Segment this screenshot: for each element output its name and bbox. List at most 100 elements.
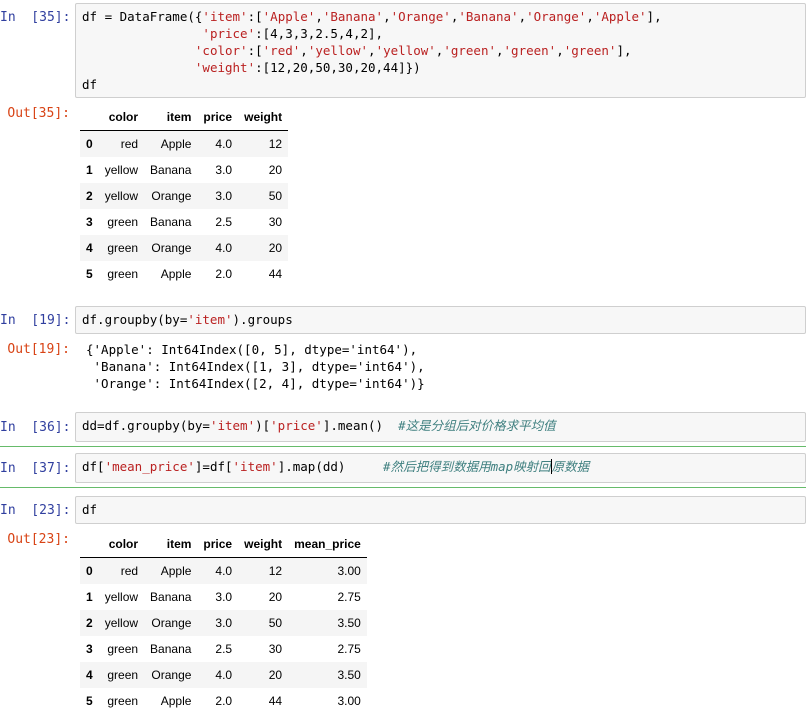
- row-index: 0: [86, 137, 93, 151]
- input-prompt: In [23]:: [0, 503, 71, 518]
- table-cell: 2.0: [215, 694, 233, 708]
- table-cell: green: [107, 668, 139, 682]
- code-string: 'Orange': [390, 9, 451, 24]
- code-token: :[4,3,3,2.5,4,2],: [255, 26, 384, 41]
- table-cell: Orange: [151, 616, 192, 630]
- table-cell: 50: [268, 616, 283, 630]
- table-row: 5 green Apple 2.0 44: [80, 261, 288, 287]
- table-cell: 2.75: [337, 590, 361, 604]
- row-index: 2: [86, 189, 93, 203]
- table-cell: Apple: [160, 267, 192, 281]
- table-cell: 30: [268, 642, 283, 656]
- code-token: :[12,20,50,30,20,44]}): [255, 60, 421, 75]
- table-cell: Apple: [160, 564, 192, 578]
- code-string: 'item': [187, 312, 233, 327]
- table-row: 4 green Orange 4.0 20: [80, 235, 289, 261]
- table-row: 3 green Banana 2.5 30 2.75: [80, 636, 367, 662]
- table-cell: red: [120, 564, 139, 578]
- table-row: 1 yellow Banana 3.0 20 2.75: [80, 584, 367, 610]
- table-cell: 3.00: [337, 564, 361, 578]
- code-token: :[: [247, 9, 263, 24]
- table-cell: 12: [268, 137, 283, 151]
- code-string: 'weight': [194, 60, 256, 75]
- code-input[interactable]: df: [75, 496, 806, 524]
- table-cell: 4.0: [215, 241, 233, 255]
- code-text: df.groupby(by='item').groups: [82, 311, 799, 328]
- row-index: 5: [86, 267, 93, 281]
- table-cell: Orange: [151, 189, 192, 203]
- code-token: ],: [616, 43, 632, 58]
- table-cell: green: [107, 642, 139, 656]
- table-row: 2 yellow Orange 3.0 50: [80, 183, 289, 209]
- table-cell: 3.0: [215, 189, 233, 203]
- code-text: df = DataFrame({'item':['Apple','Banana'…: [82, 8, 799, 93]
- table-cell: 3.0: [215, 616, 233, 630]
- code-comment: #这是分组后对价格求平均值: [398, 418, 556, 433]
- code-token: ,: [518, 9, 527, 24]
- code-string: 'item': [209, 418, 256, 433]
- table-cell: green: [107, 267, 139, 281]
- table-cell: 20: [268, 163, 283, 177]
- code-string: 'item': [202, 9, 248, 24]
- code-token: df = DataFrame({: [82, 9, 203, 24]
- code-input[interactable]: df['mean_price']=df['item'].map(dd) #然后把…: [75, 453, 806, 483]
- code-token: ,: [556, 43, 564, 58]
- table-cell: 20: [268, 668, 283, 682]
- row-index: 3: [86, 642, 93, 656]
- table-cell: Orange: [151, 241, 192, 255]
- table-cell: Apple: [160, 694, 192, 708]
- code-comment: 原数据: [550, 459, 590, 474]
- table-cell: 3.00: [337, 694, 361, 708]
- code-string: 'green': [563, 43, 617, 58]
- output-prompt: Out[19]:: [7, 342, 70, 357]
- table-cell: 2.75: [337, 642, 361, 656]
- table-cell: 12: [268, 564, 283, 578]
- code-token: df.groupby(by=: [82, 312, 188, 327]
- table-row: 1 yellow Banana 3.0 20: [80, 157, 288, 183]
- row-index: 4: [86, 668, 93, 682]
- column-header: item: [144, 531, 198, 558]
- code-token: ,: [496, 43, 504, 58]
- table-cell: Banana: [150, 642, 192, 656]
- table-cell: 4.0: [215, 668, 233, 682]
- code-string: 'Banana': [322, 9, 384, 24]
- input-prompt: In [19]:: [0, 313, 71, 328]
- table-cell: 3.50: [337, 616, 361, 630]
- column-header: weight: [238, 104, 289, 131]
- code-text: dd=df.groupby(by='item')['price'].mean()…: [82, 417, 799, 434]
- column-header: price: [197, 531, 239, 558]
- table-cell: red: [120, 137, 139, 151]
- code-input[interactable]: df = DataFrame({'item':['Apple','Banana'…: [75, 3, 806, 98]
- index-header: [80, 531, 99, 558]
- code-string: 'Banana': [458, 9, 519, 24]
- table-cell: yellow: [104, 189, 139, 203]
- column-header: weight: [238, 531, 289, 558]
- code-token: ].map(dd): [277, 459, 384, 474]
- table-cell: green: [107, 694, 139, 708]
- row-index: 5: [86, 694, 93, 708]
- cell-separator: [0, 487, 806, 488]
- table-cell: 30: [268, 215, 283, 229]
- row-index: 1: [86, 163, 93, 177]
- code-input[interactable]: dd=df.groupby(by='item')['price'].mean()…: [75, 412, 806, 442]
- table-cell: 2.5: [215, 642, 233, 656]
- input-prompt: In [35]:: [0, 10, 71, 25]
- code-token: ].mean(): [322, 418, 399, 433]
- code-string: 'green': [503, 43, 557, 58]
- table-cell: 3.0: [215, 590, 233, 604]
- code-string: 'green': [443, 43, 496, 58]
- code-input[interactable]: df.groupby(by='item').groups: [75, 306, 806, 334]
- code-string: 'yellow': [307, 43, 369, 58]
- table-cell: 20: [268, 241, 283, 255]
- table-cell: yellow: [104, 590, 139, 604]
- code-token: ]=df[: [194, 459, 233, 474]
- table-cell: 4.0: [215, 564, 233, 578]
- code-string: 'color': [194, 43, 248, 58]
- code-token: :[: [247, 43, 263, 58]
- code-string: 'Orange': [526, 9, 587, 24]
- table-cell: 44: [268, 694, 283, 708]
- code-string: 'Apple': [593, 9, 647, 24]
- code-string: 'price': [270, 418, 323, 433]
